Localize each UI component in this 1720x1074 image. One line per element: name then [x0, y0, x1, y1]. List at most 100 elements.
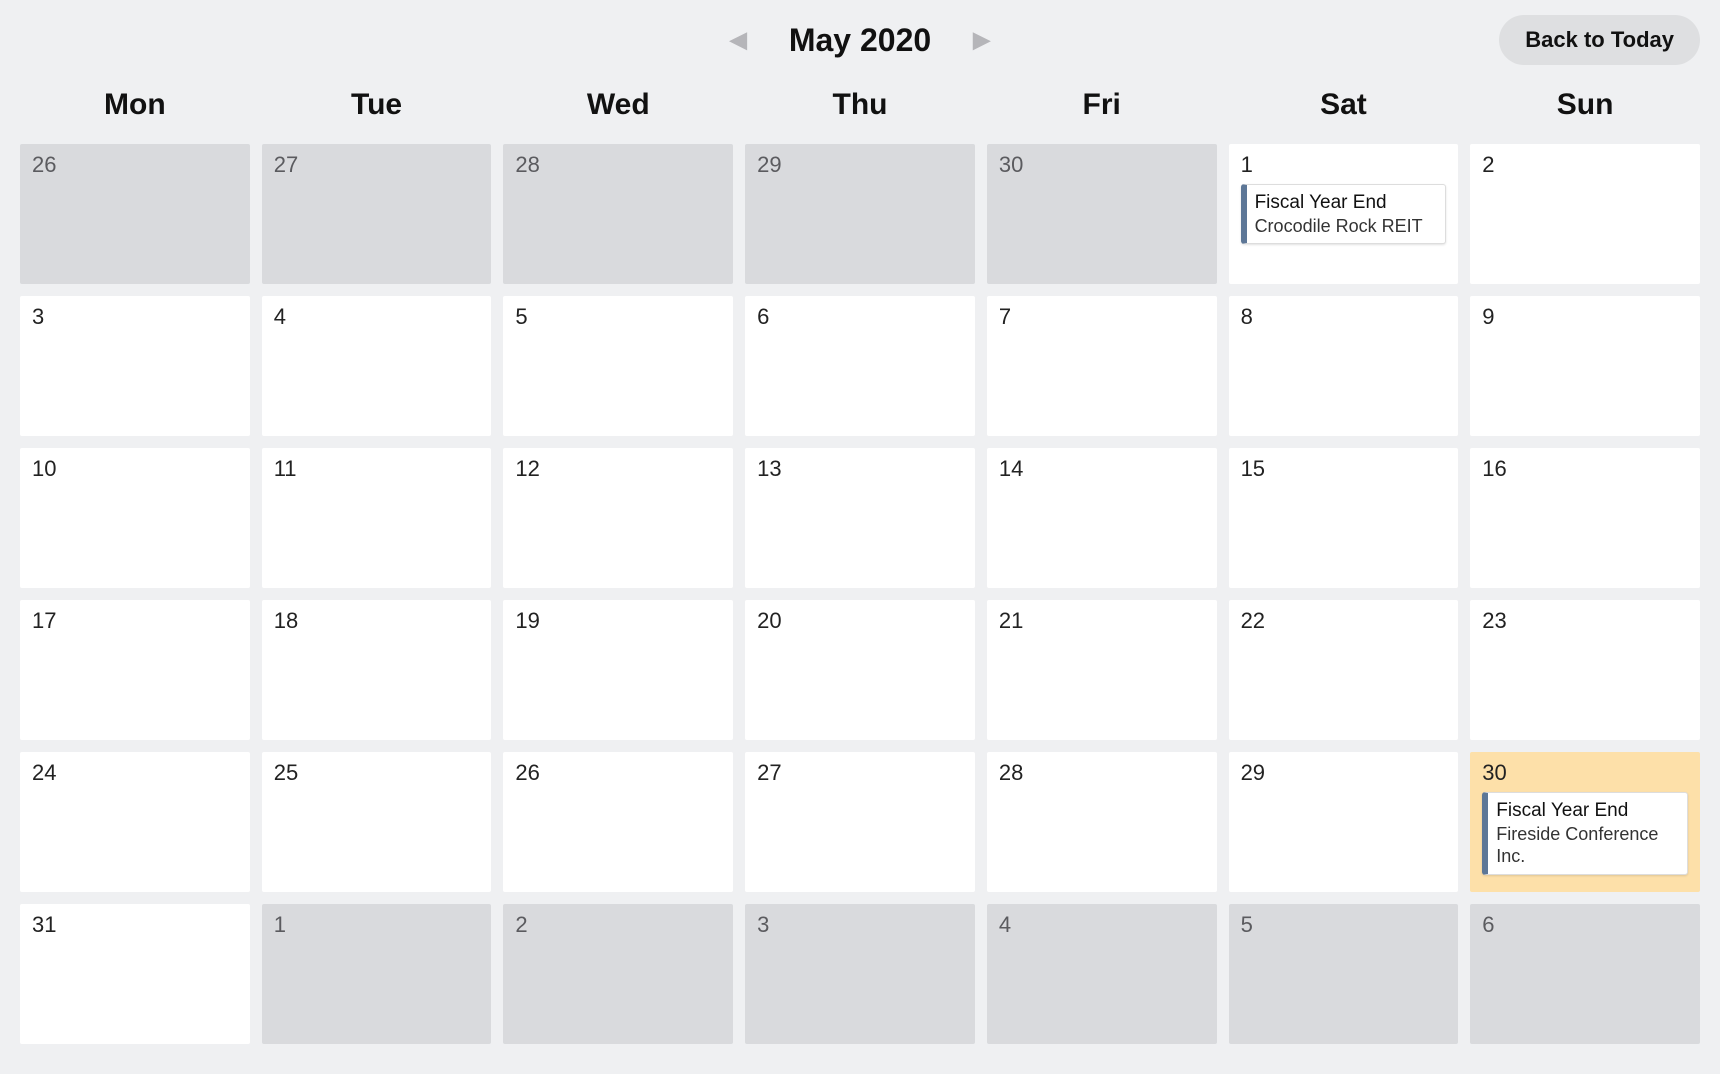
day-number: 12 [515, 456, 721, 482]
dow-label: Wed [503, 80, 733, 136]
day-number: 5 [1241, 912, 1447, 938]
dow-label: Thu [745, 80, 975, 136]
calendar-cell[interactable]: 7 [987, 296, 1217, 436]
day-number: 22 [1241, 608, 1447, 634]
day-number: 6 [1482, 912, 1688, 938]
day-number: 19 [515, 608, 721, 634]
day-number: 29 [1241, 760, 1447, 786]
calendar-cell[interactable]: 18 [262, 600, 492, 740]
day-number: 16 [1482, 456, 1688, 482]
day-number: 26 [32, 152, 238, 178]
calendar-event[interactable]: Fiscal Year EndFireside Conference Inc. [1482, 792, 1688, 875]
back-to-today-button[interactable]: Back to Today [1499, 15, 1700, 65]
calendar-cell[interactable]: 25 [262, 752, 492, 892]
calendar-cell[interactable]: 14 [987, 448, 1217, 588]
day-number: 27 [274, 152, 480, 178]
next-month-icon[interactable]: ▶ [973, 27, 990, 53]
calendar-cell[interactable]: 30 [987, 144, 1217, 284]
calendar-cell[interactable]: 5 [1229, 904, 1459, 1044]
day-number: 18 [274, 608, 480, 634]
day-number: 20 [757, 608, 963, 634]
calendar-cell[interactable]: 4 [987, 904, 1217, 1044]
day-number: 4 [999, 912, 1205, 938]
day-number: 14 [999, 456, 1205, 482]
calendar-cell[interactable]: 22 [1229, 600, 1459, 740]
calendar-event[interactable]: Fiscal Year EndCrocodile Rock REIT [1241, 184, 1447, 244]
day-number: 10 [32, 456, 238, 482]
event-title: Fiscal Year End [1255, 191, 1438, 215]
calendar-cell[interactable]: 4 [262, 296, 492, 436]
calendar-cell[interactable]: 9 [1470, 296, 1700, 436]
calendar-cell[interactable]: 8 [1229, 296, 1459, 436]
day-number: 31 [32, 912, 238, 938]
day-number: 27 [757, 760, 963, 786]
calendar-cell[interactable]: 10 [20, 448, 250, 588]
day-number: 13 [757, 456, 963, 482]
day-number: 4 [274, 304, 480, 330]
month-title: May 2020 [789, 22, 931, 59]
day-number: 1 [274, 912, 480, 938]
calendar-header: ◀ May 2020 ▶ Back to Today [20, 0, 1700, 80]
calendar-cell[interactable]: 2 [1470, 144, 1700, 284]
calendar-cell[interactable]: 28 [503, 144, 733, 284]
day-number: 2 [515, 912, 721, 938]
dow-label: Sun [1470, 80, 1700, 136]
calendar-cell[interactable]: 23 [1470, 600, 1700, 740]
day-number: 7 [999, 304, 1205, 330]
day-number: 17 [32, 608, 238, 634]
day-number: 23 [1482, 608, 1688, 634]
calendar-cell[interactable]: 19 [503, 600, 733, 740]
calendar-cell[interactable]: 12 [503, 448, 733, 588]
calendar-cell[interactable]: 27 [745, 752, 975, 892]
calendar-cell[interactable]: 2 [503, 904, 733, 1044]
day-number: 3 [32, 304, 238, 330]
calendar-cell[interactable]: 3 [745, 904, 975, 1044]
calendar-cell[interactable]: 3 [20, 296, 250, 436]
day-number: 21 [999, 608, 1205, 634]
calendar-grid: 26272829301Fiscal Year EndCrocodile Rock… [20, 144, 1700, 1044]
day-number: 28 [515, 152, 721, 178]
day-number: 11 [274, 456, 480, 482]
calendar-cell[interactable]: 26 [503, 752, 733, 892]
day-number: 25 [274, 760, 480, 786]
calendar-cell[interactable]: 11 [262, 448, 492, 588]
calendar-cell[interactable]: 15 [1229, 448, 1459, 588]
event-title: Fiscal Year End [1496, 799, 1679, 823]
day-number: 9 [1482, 304, 1688, 330]
day-number: 30 [999, 152, 1205, 178]
calendar-cell[interactable]: 29 [1229, 752, 1459, 892]
calendar-cell[interactable]: 28 [987, 752, 1217, 892]
dow-label: Fri [987, 80, 1217, 136]
calendar-cell[interactable]: 17 [20, 600, 250, 740]
calendar-cell[interactable]: 5 [503, 296, 733, 436]
calendar-cell[interactable]: 20 [745, 600, 975, 740]
event-subtitle: Crocodile Rock REIT [1255, 215, 1438, 238]
dow-label: Mon [20, 80, 250, 136]
calendar-cell[interactable]: 31 [20, 904, 250, 1044]
day-number: 3 [757, 912, 963, 938]
calendar-cell[interactable]: 21 [987, 600, 1217, 740]
day-number: 26 [515, 760, 721, 786]
calendar-cell[interactable]: 13 [745, 448, 975, 588]
calendar-cell[interactable]: 24 [20, 752, 250, 892]
day-number: 1 [1241, 152, 1447, 178]
day-number: 5 [515, 304, 721, 330]
calendar-cell[interactable]: 29 [745, 144, 975, 284]
event-subtitle: Fireside Conference Inc. [1496, 823, 1679, 868]
calendar-cell[interactable]: 16 [1470, 448, 1700, 588]
day-number: 28 [999, 760, 1205, 786]
calendar-cell[interactable]: 6 [1470, 904, 1700, 1044]
day-number: 8 [1241, 304, 1447, 330]
day-number: 24 [32, 760, 238, 786]
calendar-cell[interactable]: 1 [262, 904, 492, 1044]
calendar-cell[interactable]: 30 Fiscal Year EndFireside Conference Inc… [1470, 752, 1700, 892]
day-number: 15 [1241, 456, 1447, 482]
calendar-cell[interactable]: 26 [20, 144, 250, 284]
day-number: 2 [1482, 152, 1688, 178]
prev-month-icon[interactable]: ◀ [730, 27, 747, 53]
day-number: 30 [1482, 760, 1688, 786]
calendar-cell[interactable]: 27 [262, 144, 492, 284]
dow-label: Sat [1229, 80, 1459, 136]
calendar-cell[interactable]: 6 [745, 296, 975, 436]
calendar-cell[interactable]: 1 Fiscal Year EndCrocodile Rock REIT [1229, 144, 1459, 284]
